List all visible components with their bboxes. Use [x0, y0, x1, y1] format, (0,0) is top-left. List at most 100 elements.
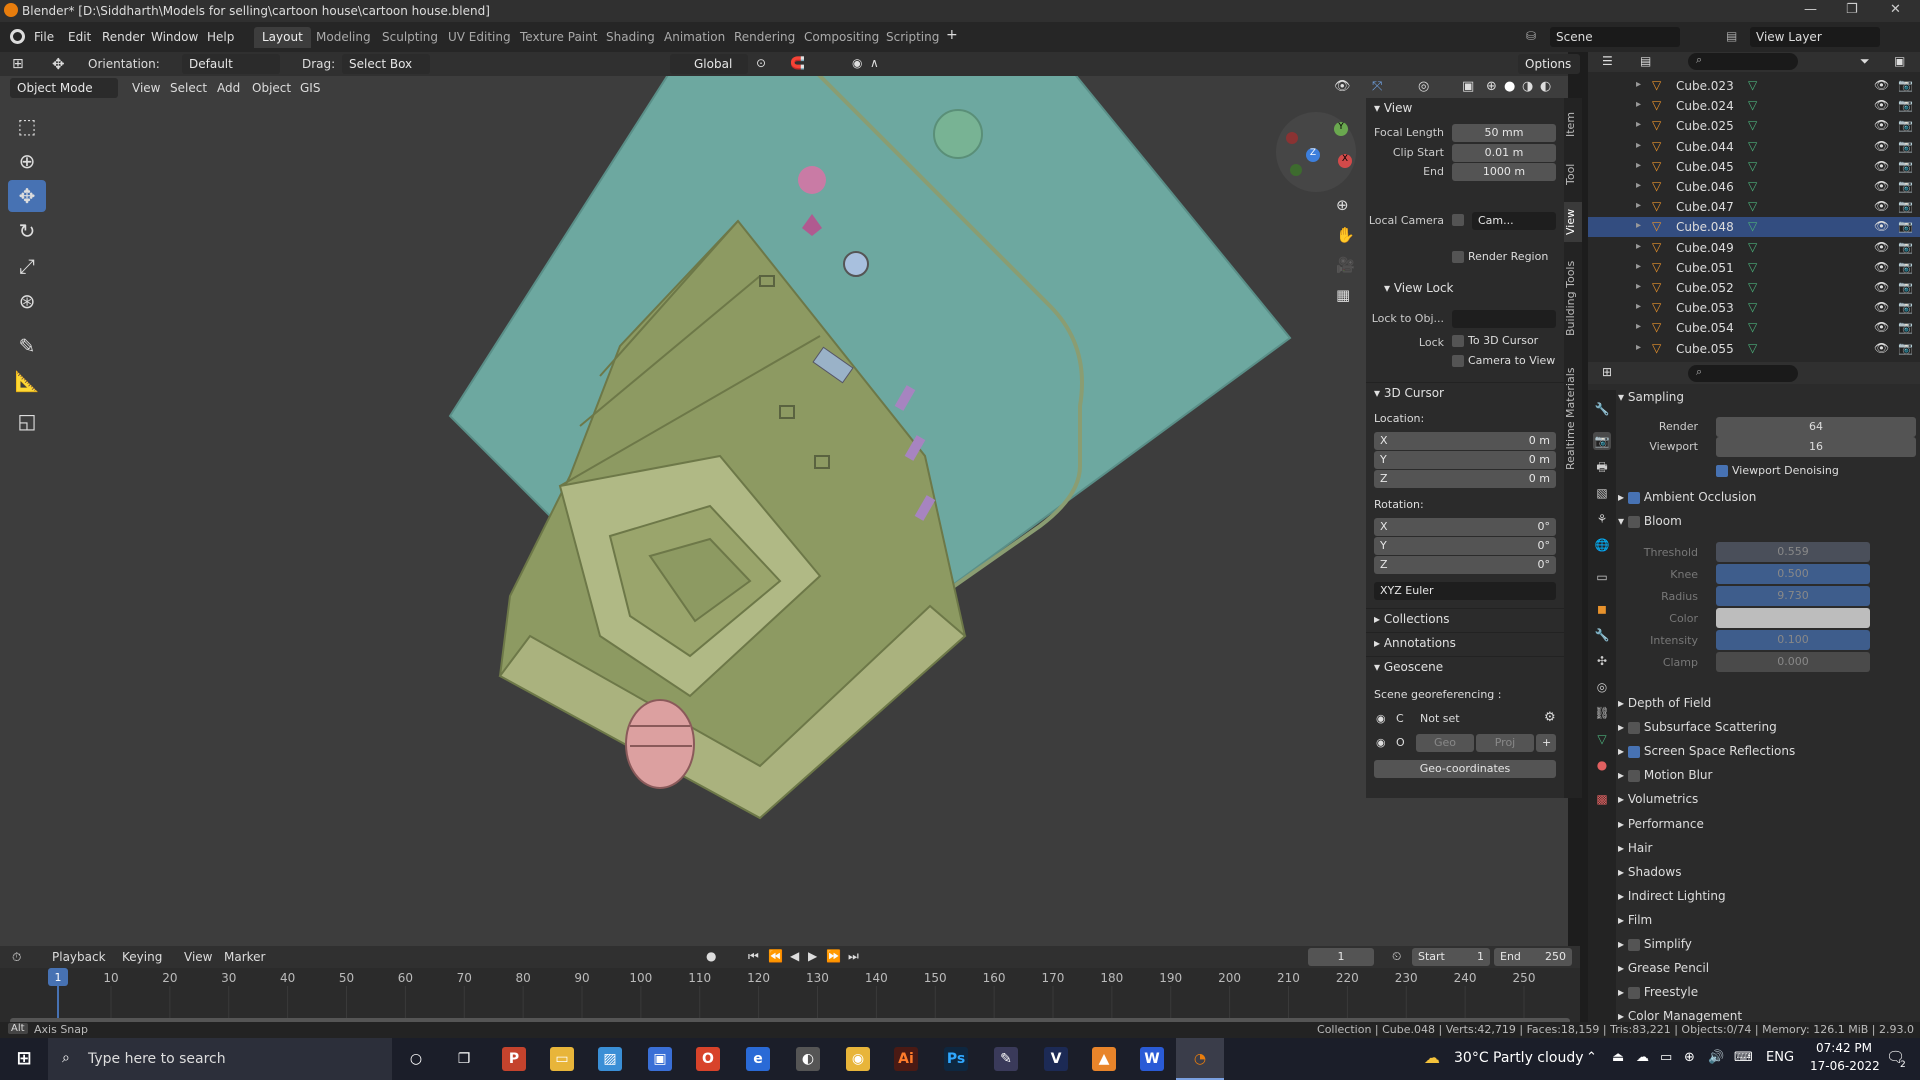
menu-file[interactable]: File	[34, 30, 54, 44]
visibility-eye-icon[interactable]: 👁	[1874, 219, 1889, 233]
jump-end-icon[interactable]: ⏭	[848, 949, 859, 964]
clamp-slider[interactable]: 0.000	[1716, 652, 1870, 672]
tray-device-icon[interactable]: ⏏	[1612, 1050, 1624, 1065]
weather-text[interactable]: 30°C Partly cloudy	[1454, 1050, 1584, 1066]
falloff-icon[interactable]: ∧	[870, 56, 879, 70]
wireframe-shading-icon[interactable]: ⊕	[1486, 79, 1497, 94]
material-tab-icon[interactable]: ●	[1593, 756, 1611, 774]
start-frame-field[interactable]: Start 1	[1412, 948, 1490, 966]
perspective-toggle-icon[interactable]: ▦	[1336, 286, 1350, 304]
local-camera-field[interactable]: Cam...	[1472, 212, 1556, 230]
panel-header-motion-blur[interactable]: ▸ Motion Blur	[1618, 768, 1918, 790]
expand-icon[interactable]: ▸	[1636, 281, 1641, 292]
menu-help[interactable]: Help	[207, 30, 234, 44]
panel-enable-checkbox[interactable]	[1627, 745, 1640, 758]
properties-search-input[interactable]: ⌕	[1688, 365, 1798, 382]
add-crs-button[interactable]: +	[1536, 734, 1556, 752]
expand-icon[interactable]: ▸	[1636, 220, 1641, 231]
expand-icon[interactable]: ▸	[1636, 140, 1641, 151]
maximize-button[interactable]: ❐	[1846, 2, 1858, 17]
visibility-icon[interactable]: 👁	[1334, 79, 1351, 94]
outliner-editor-icon[interactable]: ☰	[1602, 54, 1613, 68]
workspace-tab-sculpting[interactable]: Sculpting	[374, 27, 446, 48]
options-dropdown[interactable]: Options	[1518, 54, 1580, 74]
annotations-header[interactable]: ▸ Annotations	[1366, 632, 1564, 654]
visibility-eye-icon[interactable]: 👁	[1874, 240, 1889, 254]
gizmo-x-axis[interactable]: X	[1338, 154, 1352, 168]
outliner-search-input[interactable]: ⌕	[1688, 53, 1798, 70]
view-layer-tab-icon[interactable]: ▧	[1593, 484, 1611, 502]
file-explorer-icon[interactable]: ▭	[550, 1047, 574, 1071]
orientation-dropdown[interactable]: Default	[182, 54, 280, 74]
expand-icon[interactable]: ▸	[1636, 160, 1641, 171]
timeline-menu-playback[interactable]: Playback	[52, 950, 106, 964]
select-box-icon[interactable]: ⬚	[8, 110, 46, 142]
gizmo-y-axis[interactable]: Y	[1334, 122, 1348, 136]
render-camera-icon[interactable]: 📷	[1898, 341, 1913, 355]
threshold-slider[interactable]: 0.559	[1716, 542, 1870, 562]
xray-icon[interactable]: ▣	[1462, 79, 1474, 94]
knee-slider[interactable]: 0.500	[1716, 564, 1870, 584]
workspace-tab-animation[interactable]: Animation	[656, 27, 733, 48]
physics-tab-icon[interactable]: ◎	[1593, 678, 1611, 696]
render-tab-icon[interactable]: 📷	[1593, 432, 1611, 450]
edge-icon[interactable]: e	[746, 1047, 770, 1071]
outliner-row[interactable]: ▸ ▽ Cube.044 ▽ 👁 📷	[1588, 137, 1920, 157]
lock-to-3d-cursor-checkbox[interactable]: To 3D Cursor	[1452, 334, 1538, 347]
render-region-checkbox[interactable]: Render Region	[1452, 250, 1548, 263]
prev-keyframe-icon[interactable]: ⏪	[768, 949, 783, 963]
data-tab-icon[interactable]: ▽	[1593, 730, 1611, 748]
rotation-mode-dropdown[interactable]: XYZ Euler	[1374, 582, 1556, 600]
editor-type-icon[interactable]: ⊞	[12, 56, 24, 72]
tray-network-icon[interactable]: ⊕	[1684, 1050, 1695, 1065]
expand-icon[interactable]: ▸	[1636, 180, 1641, 191]
current-frame-field[interactable]: 1	[1308, 948, 1374, 966]
gizmo-icon[interactable]: ⤧	[1372, 79, 1382, 94]
outliner-row[interactable]: ▸ ▽ Cube.052 ▽ 👁 📷	[1588, 278, 1920, 298]
tab-item[interactable]: Item	[1564, 104, 1582, 144]
panel-header-screen-space-reflections[interactable]: ▸ Screen Space Reflections	[1618, 744, 1918, 766]
visibility-eye-icon[interactable]: 👁	[1874, 179, 1889, 193]
render-camera-icon[interactable]: 📷	[1898, 179, 1913, 193]
proportional-edit-icon[interactable]: ◉	[852, 56, 862, 70]
panel-header-grease-pencil[interactable]: ▸ Grease Pencil	[1618, 961, 1918, 983]
local-camera-checkbox[interactable]	[1452, 214, 1464, 226]
annotate-tool-icon[interactable]: ✎	[8, 330, 46, 362]
filter-icon[interactable]: ⏷	[1860, 54, 1870, 69]
workspace-tab-texture-paint[interactable]: Texture Paint	[512, 27, 605, 48]
visibility-eye-icon[interactable]: 👁	[1874, 78, 1889, 92]
panel-header-depth-of-field[interactable]: ▸ Depth of Field	[1618, 696, 1918, 718]
expand-icon[interactable]: ▸	[1636, 119, 1641, 130]
material-shading-icon[interactable]: ◑	[1522, 79, 1533, 94]
rendered-shading-icon[interactable]: ◐	[1540, 79, 1551, 94]
constraints-tab-icon[interactable]: ⛓	[1593, 704, 1611, 722]
language-indicator[interactable]: ENG	[1766, 1050, 1794, 1065]
viewport-samples-field[interactable]: 16	[1716, 437, 1916, 457]
rotate-tool-icon[interactable]: ↻	[8, 215, 46, 247]
panel-header-freestyle[interactable]: ▸ Freestyle	[1618, 985, 1918, 1007]
solid-shading-icon[interactable]: ●	[1504, 79, 1515, 94]
texture-tab-icon[interactable]: ▩	[1593, 790, 1611, 808]
blender-taskbar-button[interactable]: ◔	[1176, 1038, 1224, 1080]
camera-view-icon[interactable]: 🎥	[1336, 256, 1355, 274]
panel-enable-checkbox[interactable]	[1627, 986, 1640, 999]
panel-header-simplify[interactable]: ▸ Simplify	[1618, 937, 1918, 959]
timeline-menu-view[interactable]: View	[184, 950, 212, 964]
cursor-rotation-z[interactable]: Z 0°	[1374, 556, 1556, 574]
new-collection-icon[interactable]: ▣	[1894, 54, 1905, 68]
outliner-row[interactable]: ▸ ▽ Cube.053 ▽ 👁 📷	[1588, 298, 1920, 318]
scale-tool-icon[interactable]: ⤢	[8, 250, 46, 282]
render-camera-icon[interactable]: 📷	[1898, 139, 1913, 153]
minimize-button[interactable]: —	[1804, 2, 1817, 17]
auto-keying-icon[interactable]: ●	[706, 949, 716, 963]
cursor-rotation-x[interactable]: X 0°	[1374, 518, 1556, 536]
viewport-menu-select[interactable]: Select	[170, 81, 207, 95]
menu-edit[interactable]: Edit	[68, 30, 91, 44]
properties-editor-icon[interactable]: ⊞	[1602, 365, 1612, 379]
menu-window[interactable]: Window	[151, 30, 198, 44]
panel-header-indirect-lighting[interactable]: ▸ Indirect Lighting	[1618, 889, 1918, 911]
outliner-row[interactable]: ▸ ▽ Cube.025 ▽ 👁 📷	[1588, 116, 1920, 136]
outliner-row[interactable]: ▸ ▽ Cube.048 ▽ 👁 📷	[1588, 217, 1920, 238]
timeline-menu-marker[interactable]: Marker	[224, 950, 265, 964]
panel-header-shadows[interactable]: ▸ Shadows	[1618, 865, 1918, 887]
